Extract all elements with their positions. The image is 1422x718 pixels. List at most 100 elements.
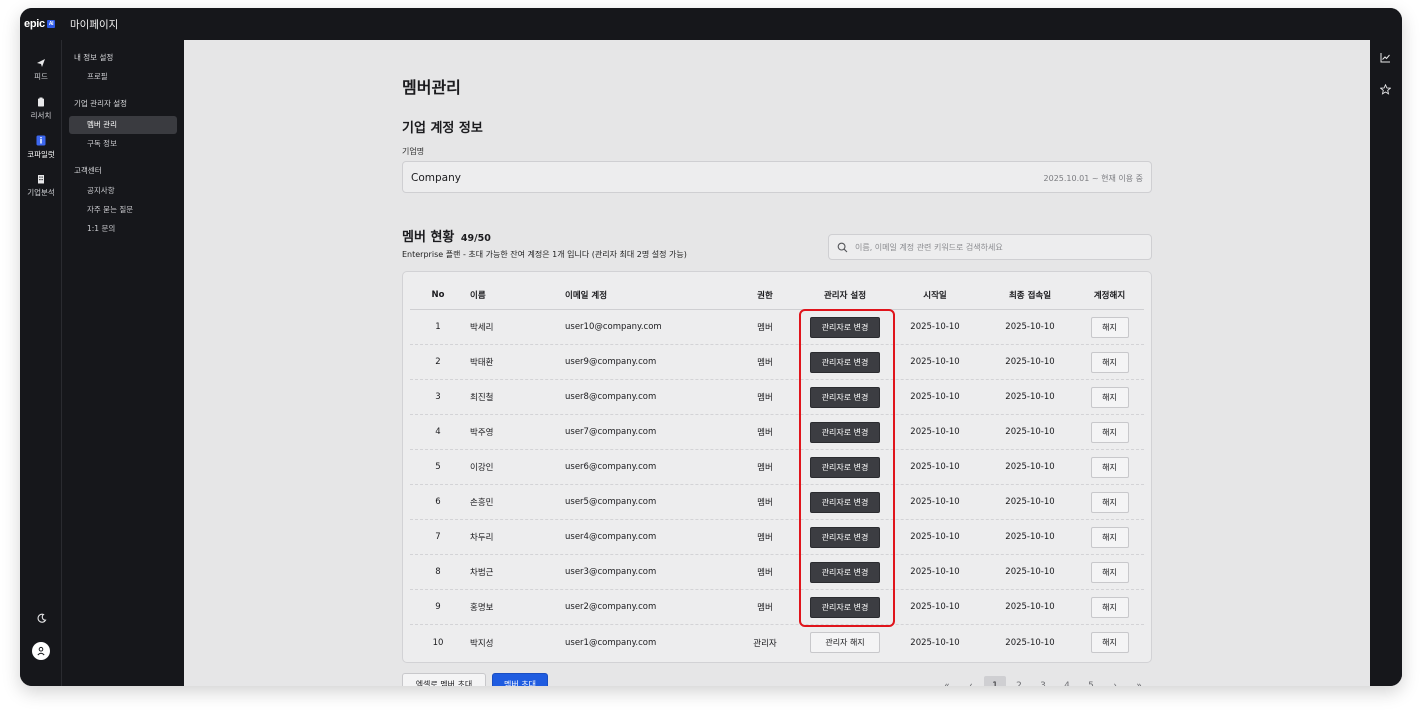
avatar <box>32 642 50 660</box>
table-row: 1 박세리 user10@company.com 멤버 관리자로 변경 2025-10-1… <box>410 310 1144 345</box>
table-row: 8 차범근 user3@company.com 멤버 관리자로 변경 2025-10-10… <box>410 555 1144 590</box>
table-row: 9 홍명보 user2@company.com 멤버 관리자로 변경 2025-10-10… <box>410 590 1144 625</box>
page-number-1[interactable]: 1 <box>984 676 1006 686</box>
cell-start-date: 2025-10-10 <box>910 532 960 542</box>
cancel-account-button[interactable]: 해지 <box>1090 561 1129 583</box>
page-next[interactable]: › <box>1104 676 1126 686</box>
nav-section-support: 고객센터 <box>74 166 102 175</box>
cancel-account-button[interactable]: 해지 <box>1090 632 1129 653</box>
main-content: 멤버관리 기업 계정 정보 기업명 Company 2025.10.01 ~ 현… <box>184 40 1370 686</box>
cell-role: 멤버 <box>757 323 773 333</box>
invite-member-button[interactable]: 멤버 초대 <box>492 673 548 686</box>
cell-cancel: 해지 <box>1075 380 1144 414</box>
nav-item-member-management[interactable]: 멤버 관리 <box>69 116 177 134</box>
nav-section-my-info: 내 정보 설정 <box>74 53 114 62</box>
make-admin-button[interactable]: 관리자로 변경 <box>810 526 880 548</box>
cell-role: 멤버 <box>757 533 773 543</box>
cell-cancel: 해지 <box>1075 415 1144 449</box>
cancel-account-button[interactable]: 해지 <box>1090 421 1129 443</box>
cell-name: 차범근 <box>470 568 494 578</box>
logo-badge: AI <box>46 20 56 28</box>
nav-item-profile[interactable]: 프로필 <box>69 68 177 86</box>
make-admin-button[interactable]: 관리자로 변경 <box>810 596 880 618</box>
theme-toggle[interactable] <box>20 613 62 624</box>
user-icon <box>37 646 45 656</box>
page-number-3[interactable]: 3 <box>1032 676 1054 686</box>
header-cancel: 계정해지 <box>1093 290 1126 301</box>
make-admin-button[interactable]: 관리자로 변경 <box>810 421 880 443</box>
page-first[interactable]: « <box>936 676 958 686</box>
header-name: 이름 <box>470 290 486 301</box>
nav-item-faq[interactable]: 자주 묻는 질문 <box>69 201 177 219</box>
right-rail <box>1370 40 1402 686</box>
user-avatar[interactable] <box>20 642 62 660</box>
excel-invite-button[interactable]: 엑셀로 멤버 초대 <box>402 673 486 686</box>
make-admin-button[interactable]: 관리자로 변경 <box>810 316 880 338</box>
cell-name: 박주영 <box>470 428 494 438</box>
cancel-account-button[interactable]: 해지 <box>1090 526 1129 548</box>
cell-admin-setting: 관리자로 변경 <box>800 520 890 554</box>
cancel-account-button[interactable]: 해지 <box>1090 596 1129 618</box>
table-header: No 이름 이메일 계정 권한 관리자 설정 시작일 최종 접속일 계정해지 <box>410 280 1144 310</box>
cell-no: 9 <box>435 602 441 612</box>
cell-role: 멤버 <box>757 568 773 578</box>
cell-start-date: 2025-10-10 <box>910 322 960 332</box>
cell-admin-setting: 관리자로 변경 <box>800 380 890 414</box>
rail-item-company-analysis[interactable]: 기업분석 <box>20 174 62 198</box>
make-admin-button[interactable]: 관리자로 변경 <box>810 456 880 478</box>
page-number-4[interactable]: 4 <box>1056 676 1078 686</box>
nav-item-notice[interactable]: 공지사항 <box>69 182 177 200</box>
table-row: 5 이강인 user6@company.com 멤버 관리자로 변경 2025-10-10… <box>410 450 1144 485</box>
page-last[interactable]: » <box>1128 676 1150 686</box>
make-admin-button[interactable]: 관리자로 변경 <box>810 386 880 408</box>
cell-start-date: 2025-10-10 <box>910 392 960 402</box>
cell-start-date: 2025-10-10 <box>910 497 960 507</box>
cell-no: 2 <box>435 357 441 367</box>
cell-last-login: 2025-10-10 <box>1005 392 1055 402</box>
make-admin-button[interactable]: 관리자로 변경 <box>810 491 880 513</box>
cell-cancel: 해지 <box>1075 345 1144 379</box>
page-number-5[interactable]: 5 <box>1080 676 1102 686</box>
table-row: 6 손흥민 user5@company.com 멤버 관리자로 변경 2025-10-10… <box>410 485 1144 520</box>
cell-last-login: 2025-10-10 <box>1005 602 1055 612</box>
header-start-date: 시작일 <box>923 290 947 301</box>
page-prev[interactable]: ‹ <box>960 676 982 686</box>
cell-name: 손흥민 <box>470 498 494 508</box>
members-count: 49/50 <box>460 233 491 244</box>
make-admin-button[interactable]: 관리자로 변경 <box>810 561 880 583</box>
remove-admin-button[interactable]: 관리자 해지 <box>810 632 880 653</box>
nav-item-inquiry[interactable]: 1:1 문의 <box>69 220 177 238</box>
rail-item-copilot[interactable]: 코파일럿 <box>20 135 62 160</box>
cancel-account-button[interactable]: 해지 <box>1090 386 1129 408</box>
cancel-account-button[interactable]: 해지 <box>1090 351 1129 373</box>
cell-admin-setting: 관리자로 변경 <box>800 415 890 449</box>
chart-icon[interactable] <box>1380 52 1391 63</box>
cell-start-date: 2025-10-10 <box>910 357 960 367</box>
cell-admin-setting: 관리자로 변경 <box>800 485 890 519</box>
cell-email: user9@company.com <box>565 357 657 367</box>
cancel-account-button[interactable]: 해지 <box>1090 491 1129 513</box>
account-section-title: 기업 계정 정보 <box>402 121 483 136</box>
rail-item-research[interactable]: 리서치 <box>20 97 62 121</box>
make-admin-button[interactable]: 관리자로 변경 <box>810 351 880 373</box>
cell-admin-setting: 관리자로 변경 <box>800 555 890 589</box>
cell-last-login: 2025-10-10 <box>1005 532 1055 542</box>
cancel-account-button[interactable]: 해지 <box>1090 456 1129 478</box>
page-number-2[interactable]: 2 <box>1008 676 1030 686</box>
cell-last-login: 2025-10-10 <box>1005 322 1055 332</box>
cell-email: user1@company.com <box>565 637 657 648</box>
app-window: epic AI 마이페이지 피드 리서치 코파일럿 기업분석 내 정보 설정 프… <box>20 8 1402 686</box>
rail-item-feed[interactable]: 피드 <box>20 58 62 82</box>
cell-cancel: 해지 <box>1075 310 1144 344</box>
header-email: 이메일 계정 <box>565 290 608 301</box>
cell-start-date: 2025-10-10 <box>910 462 960 472</box>
cancel-account-button[interactable]: 해지 <box>1090 316 1129 338</box>
cell-admin-setting: 관리자로 변경 <box>800 345 890 379</box>
nav-item-subscription[interactable]: 구독 정보 <box>69 135 177 153</box>
member-search <box>828 234 1152 260</box>
cell-role: 멤버 <box>757 603 773 613</box>
star-icon[interactable] <box>1380 84 1391 95</box>
cell-admin-setting: 관리자로 변경 <box>800 450 890 484</box>
search-input[interactable] <box>853 239 1143 255</box>
app-logo[interactable]: epic AI <box>24 18 56 30</box>
